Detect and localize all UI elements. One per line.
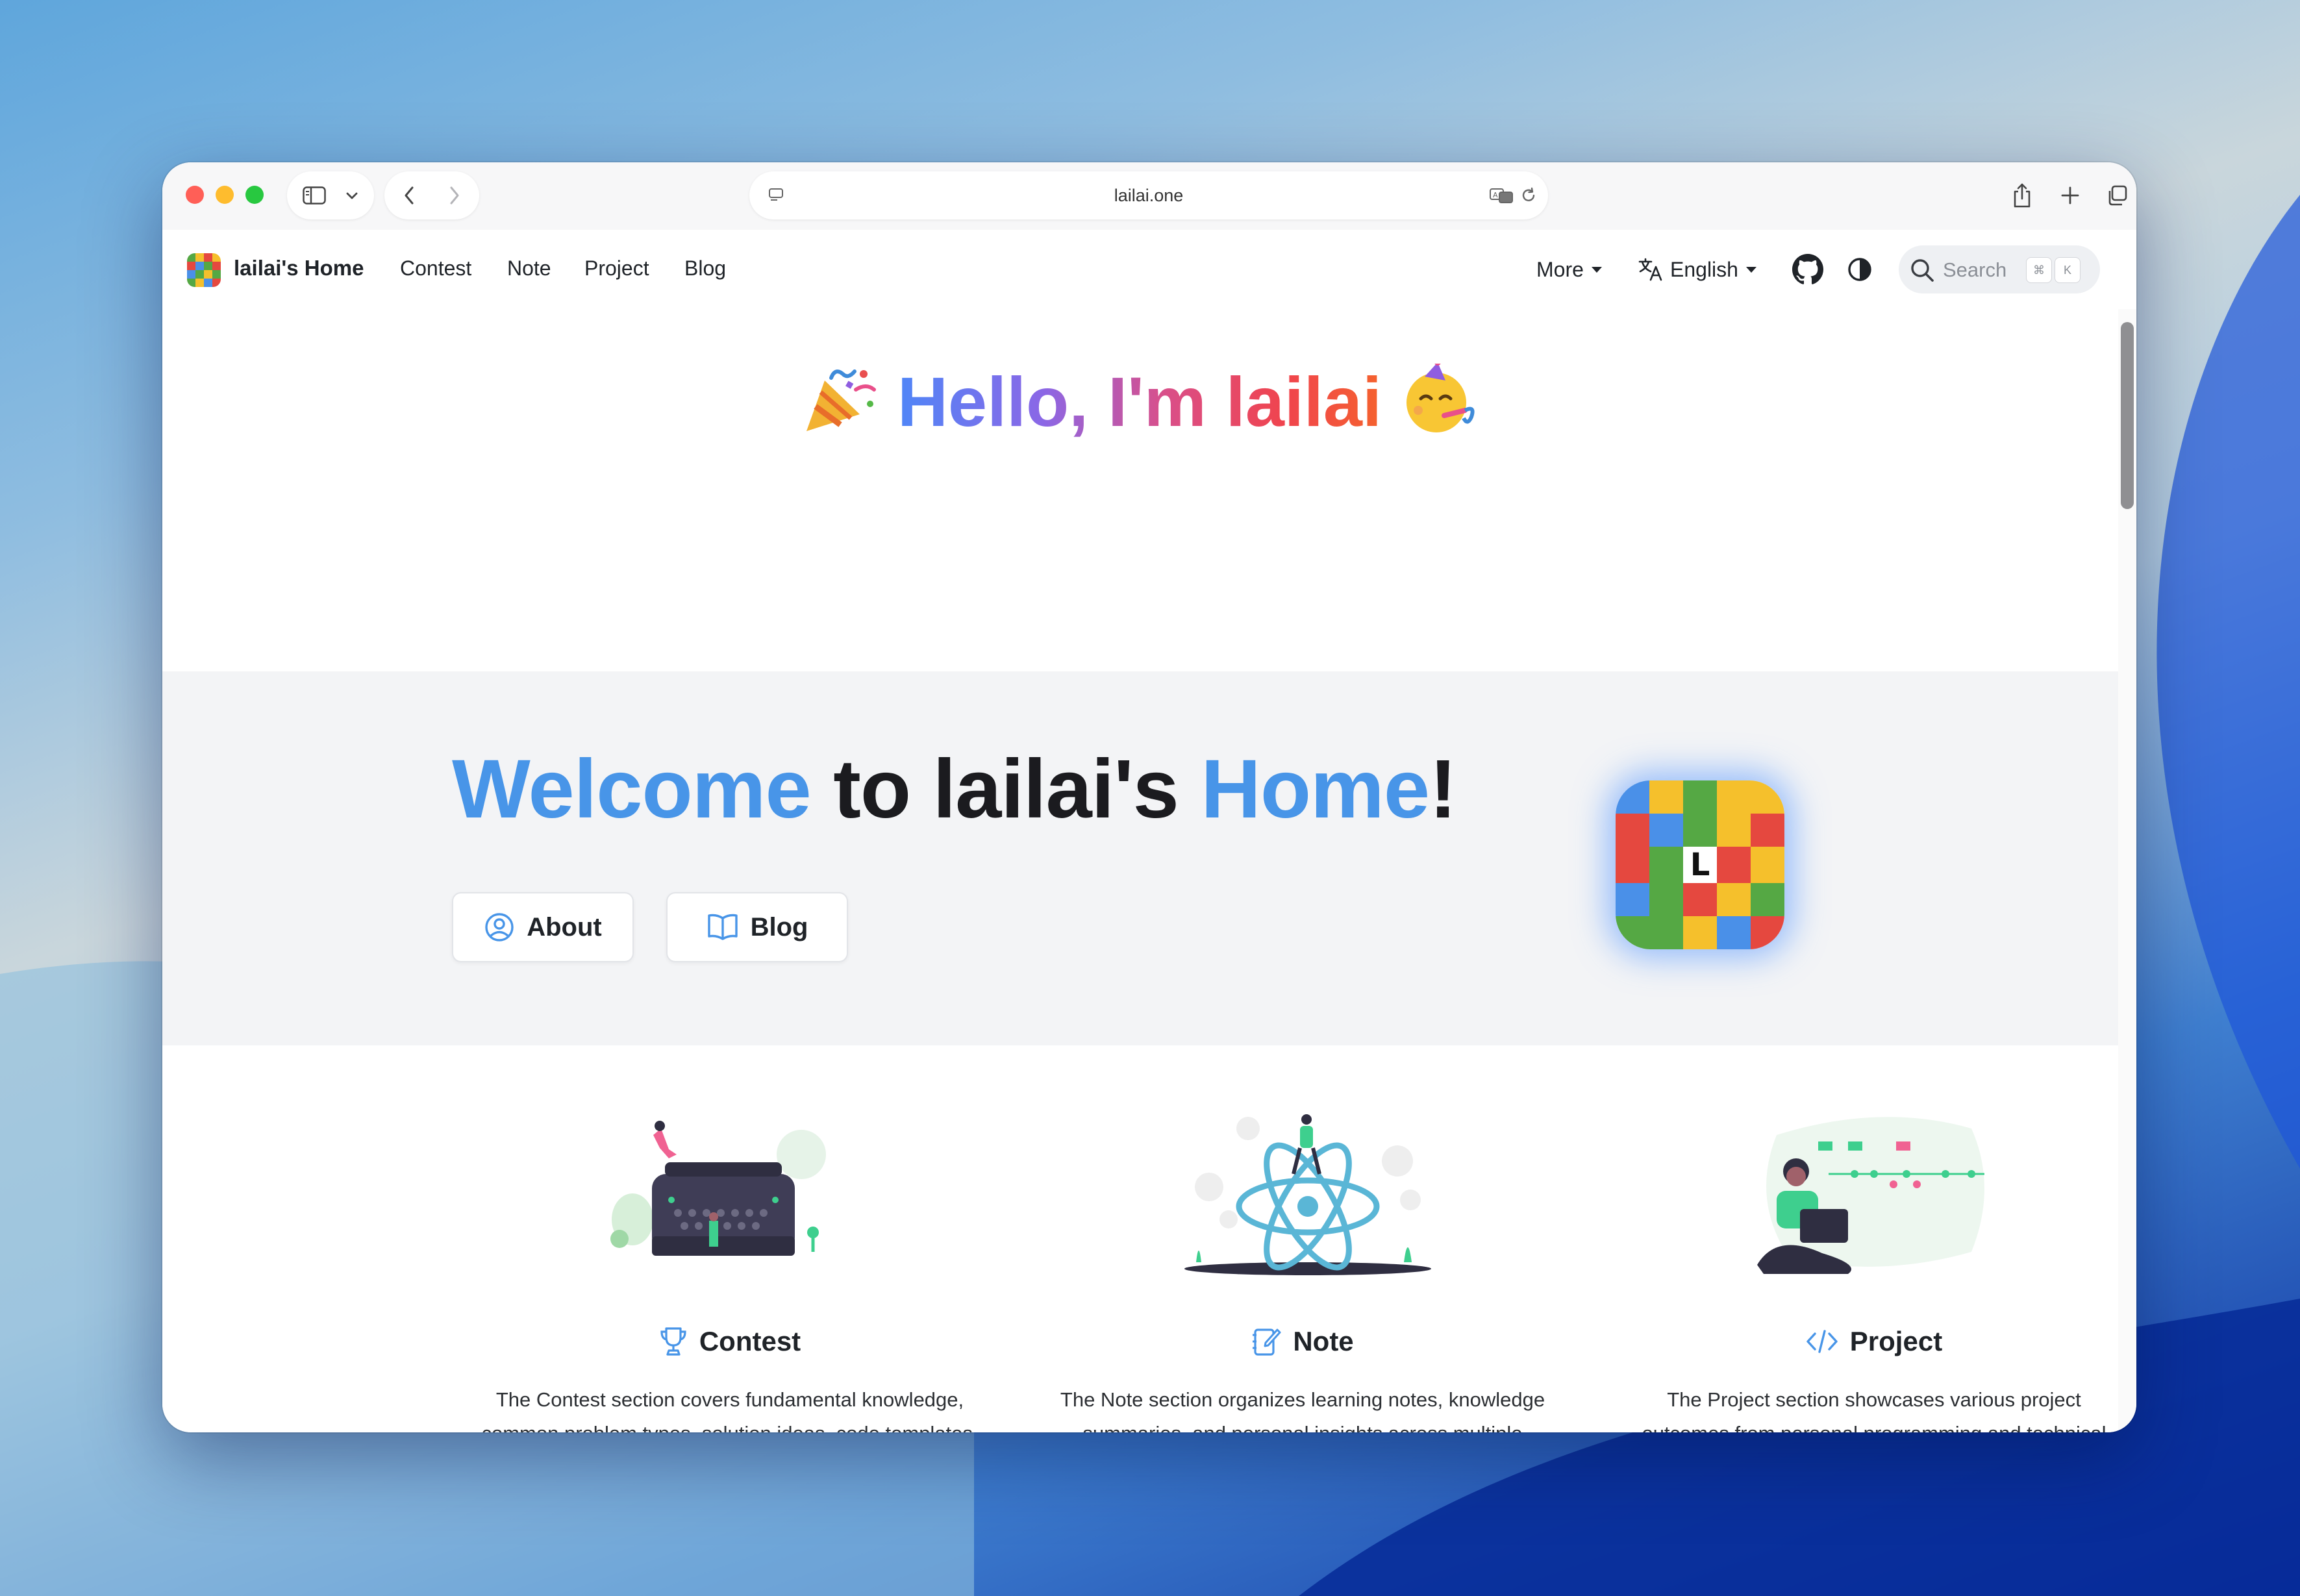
language-label: English <box>1670 257 1738 281</box>
notebook-pen-icon <box>1253 1328 1281 1356</box>
chevron-down-icon[interactable] <box>338 171 366 219</box>
more-menu-label: More <box>1536 257 1584 281</box>
nav-link-project[interactable]: Project <box>584 256 649 281</box>
new-tab-icon[interactable] <box>2051 171 2090 219</box>
forward-icon[interactable] <box>436 171 473 219</box>
minimize-window-button[interactable] <box>216 186 234 204</box>
code-icon <box>1806 1330 1838 1353</box>
feature-contest-title: Contest <box>477 1326 983 1357</box>
translate-icon[interactable]: A <box>1487 171 1516 219</box>
command-key: ⌘ <box>2026 257 2052 283</box>
about-button-label: About <box>527 912 602 941</box>
sidebar-icon[interactable] <box>296 171 332 219</box>
more-menu[interactable]: More <box>1536 254 1603 285</box>
translate-icon <box>1638 258 1662 281</box>
reload-icon[interactable] <box>1517 171 1540 219</box>
address-bar[interactable]: lailai.one A <box>749 171 1548 219</box>
share-icon[interactable] <box>2003 171 2042 219</box>
github-icon[interactable] <box>1792 254 1823 285</box>
hero-logo: L <box>1616 780 1784 949</box>
nav-link-contest[interactable]: Contest <box>400 256 471 281</box>
zoom-window-button[interactable] <box>245 186 264 204</box>
partying-face-icon <box>1401 358 1479 451</box>
atom-illustration <box>1184 1114 1431 1275</box>
caret-down-icon <box>1591 267 1602 273</box>
logo-letter: L <box>1683 847 1717 883</box>
back-icon[interactable] <box>391 171 427 219</box>
user-circle-icon <box>485 913 514 941</box>
welcome-exclamation: ! <box>1429 743 1457 836</box>
welcome-home-word: Home <box>1201 743 1430 836</box>
scrollbar-thumb[interactable] <box>2121 322 2134 509</box>
browser-toolbar: lailai.one A <box>162 162 2136 230</box>
page-content: Hello, I'm lailai Welcome to lailai's Ho… <box>162 309 2118 1432</box>
tab-overview-icon[interactable] <box>2097 171 2136 219</box>
welcome-middle: to lailai's <box>810 743 1201 836</box>
history-nav-group <box>384 171 479 219</box>
sidebar-toggle-group[interactable] <box>287 171 374 219</box>
party-popper-icon <box>801 364 878 451</box>
site-navbar: lailai's Home Contest Note Project Blog … <box>162 230 2136 310</box>
search-placeholder: Search <box>1943 258 2007 281</box>
about-button[interactable]: About <box>452 892 634 962</box>
caret-down-icon <box>1745 267 1756 273</box>
k-key: K <box>2055 257 2081 283</box>
search-button[interactable]: Search ⌘ K <box>1899 245 2100 293</box>
hero-section: Welcome to lailai's Home! About Blog L <box>162 671 2118 1045</box>
site-logo[interactable] <box>187 253 221 287</box>
browser-window: lailai.one A lailai's Home Contest Note … <box>162 162 2136 1432</box>
feature-project-title-text: Project <box>1849 1326 1943 1356</box>
welcome-heading: Welcome to lailai's Home! <box>452 742 1457 837</box>
book-open-icon <box>707 914 738 940</box>
typewriter-illustration <box>610 1121 826 1256</box>
svg-text:A: A <box>1493 191 1498 199</box>
nav-link-note[interactable]: Note <box>507 256 551 281</box>
feature-project-title: Project <box>1621 1326 2118 1357</box>
site-title[interactable]: lailai's Home <box>234 256 364 281</box>
blog-button[interactable]: Blog <box>666 892 848 962</box>
feature-note-description: The Note section organizes learning note… <box>1060 1388 1545 1432</box>
hello-banner: Hello, I'm lailai <box>162 358 2118 451</box>
blog-button-label: Blog <box>750 912 808 941</box>
feature-contest-description: The Contest section covers fundamental k… <box>481 1388 978 1432</box>
feature-note-title-text: Note <box>1293 1326 1354 1356</box>
feature-note-title: Note <box>1049 1326 1556 1357</box>
close-window-button[interactable] <box>186 186 204 204</box>
url-text: lailai.one <box>1114 186 1184 205</box>
feature-contest-title-text: Contest <box>699 1326 801 1356</box>
hello-text: Hello, I'm lailai <box>897 362 1382 441</box>
feature-project-description: The Project section showcases various pr… <box>1642 1388 2106 1432</box>
developer-illustration <box>1757 1117 1984 1274</box>
nav-link-blog[interactable]: Blog <box>684 256 726 281</box>
trophy-icon <box>660 1327 686 1356</box>
search-icon <box>1911 259 1934 282</box>
language-selector[interactable]: English <box>1638 254 1758 285</box>
theme-toggle-icon[interactable] <box>1847 254 1873 285</box>
welcome-word: Welcome <box>452 743 812 836</box>
